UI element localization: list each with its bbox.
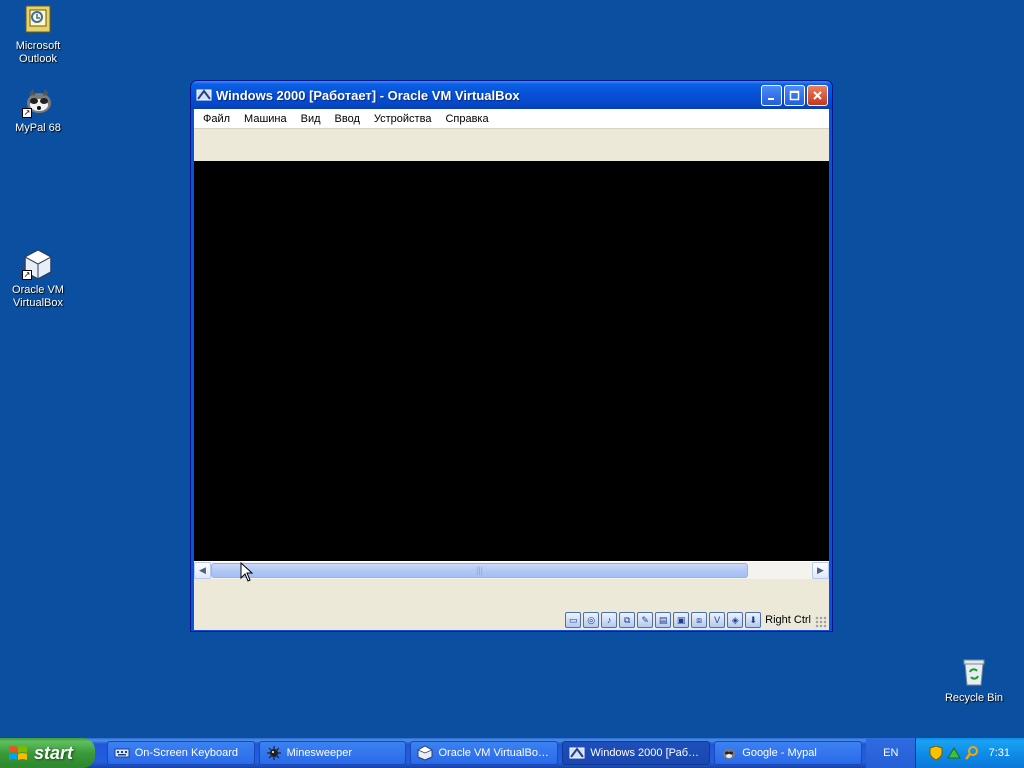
window-titlebar[interactable]: Windows 2000 [Работает] - Oracle VM Virt… bbox=[191, 81, 832, 109]
desktop-icon-virtualbox[interactable]: ↗ Oracle VM VirtualBox bbox=[0, 248, 76, 310]
desktop-icon-label: Microsoft bbox=[15, 40, 61, 52]
virtualbox-vm-window: Windows 2000 [Работает] - Oracle VM Virt… bbox=[190, 80, 833, 632]
desktop-icon-outlook[interactable]: Microsoft Outlook bbox=[0, 4, 76, 66]
taskbar-item-label: Oracle VM VirtualBo… bbox=[438, 747, 549, 759]
status-bar: ▭ ◎ ♪ ⧉ ✎ ▤ ▣ ⧈ V ◈ ⬇ Right Ctrl bbox=[194, 610, 829, 630]
maximize-icon bbox=[789, 90, 800, 100]
mouse-cursor-icon bbox=[240, 562, 254, 582]
desktop-icon-label: MyPal 68 bbox=[15, 122, 61, 134]
network-icon[interactable]: ⧉ bbox=[619, 612, 636, 628]
windows-flag-icon bbox=[9, 746, 27, 760]
host-key-label: Right Ctrl bbox=[765, 614, 811, 626]
desktop-icon-label: VirtualBox bbox=[13, 297, 63, 309]
taskbar-item-label: Windows 2000 [Раб… bbox=[590, 747, 700, 759]
security-shield-icon[interactable] bbox=[928, 745, 944, 761]
scroll-right-button[interactable]: ▶ bbox=[812, 561, 829, 579]
window-title: Windows 2000 [Работает] - Oracle VM Virt… bbox=[216, 87, 520, 103]
search-tray-icon[interactable] bbox=[964, 745, 980, 761]
virtualbox-icon: ↗ bbox=[22, 248, 54, 280]
keyboard-icon bbox=[114, 748, 130, 758]
clock[interactable]: 7:31 bbox=[989, 747, 1010, 759]
scroll-track[interactable]: ||| bbox=[211, 561, 812, 579]
taskbar-item-label: On-Screen Keyboard bbox=[134, 747, 239, 759]
taskbar-item-minesweeper[interactable]: Minesweeper bbox=[258, 741, 407, 765]
recycle-bin-icon bbox=[958, 656, 990, 688]
taskbar-item-on-screen-keyboard[interactable]: On-Screen Keyboard bbox=[106, 741, 255, 765]
usb-icon[interactable]: ✎ bbox=[637, 612, 654, 628]
taskbar-item-label: Minesweeper bbox=[286, 747, 353, 759]
desktop-icon-mypal[interactable]: ↗ MyPal 68 bbox=[0, 86, 76, 135]
keyboard-capture-icon[interactable]: ⬇ bbox=[745, 612, 762, 628]
mouse-integration-icon[interactable]: ◈ bbox=[727, 612, 744, 628]
display-icon[interactable]: ▣ bbox=[673, 612, 690, 628]
desktop-icon-label: Outlook bbox=[19, 53, 57, 65]
spacer-area bbox=[194, 578, 829, 612]
virtualization-icon[interactable]: V bbox=[709, 612, 726, 628]
taskbar-item-google-mypal[interactable]: Google - Mypal bbox=[714, 741, 863, 765]
vbox-vm-icon bbox=[196, 87, 212, 103]
mypal-icon bbox=[723, 749, 736, 759]
vbox-vm-icon bbox=[569, 747, 585, 759]
language-label: EN bbox=[883, 747, 899, 759]
close-icon bbox=[813, 90, 822, 100]
shortcut-arrow-icon: ↗ bbox=[22, 108, 32, 118]
taskbar: start On-Screen Keyboard Minesweeper Ora… bbox=[0, 738, 1024, 768]
window-client: Файл Машина Вид Ввод Устройства Справка … bbox=[194, 109, 829, 630]
horizontal-scrollbar[interactable]: ◀ ||| ▶ bbox=[194, 561, 829, 579]
minimize-button[interactable] bbox=[761, 84, 782, 106]
hard-disk-icon[interactable]: ▭ bbox=[565, 612, 582, 628]
scroll-left-button[interactable]: ◀ bbox=[194, 561, 211, 579]
resize-grip[interactable] bbox=[815, 616, 827, 628]
outlook-icon bbox=[22, 4, 54, 36]
optical-disk-icon[interactable]: ◎ bbox=[583, 612, 600, 628]
maximize-button[interactable] bbox=[784, 84, 805, 106]
desktop-icon-label: Recycle Bin bbox=[944, 692, 1004, 704]
toolbar-area bbox=[194, 129, 829, 161]
menu-devices[interactable]: Устройства bbox=[367, 113, 439, 125]
virtualbox-icon bbox=[417, 745, 434, 761]
desktop-icon-label: Oracle VM bbox=[12, 284, 64, 296]
start-button[interactable]: start bbox=[0, 738, 95, 768]
close-button[interactable] bbox=[807, 84, 828, 106]
menu-file[interactable]: Файл bbox=[196, 113, 237, 125]
menu-bar: Файл Машина Вид Ввод Устройства Справка bbox=[194, 109, 829, 129]
audio-icon[interactable]: ♪ bbox=[601, 612, 618, 628]
taskbar-item-windows-2000-vm[interactable]: Windows 2000 [Раб… bbox=[562, 741, 711, 765]
menu-machine[interactable]: Машина bbox=[237, 113, 294, 125]
shortcut-arrow-icon: ↗ bbox=[22, 270, 32, 280]
shared-folders-icon[interactable]: ▤ bbox=[655, 612, 672, 628]
system-tray: 7:31 bbox=[915, 738, 1024, 768]
language-indicator[interactable]: EN bbox=[866, 738, 916, 768]
menu-view[interactable]: Вид bbox=[294, 113, 328, 125]
menu-input[interactable]: Ввод bbox=[328, 113, 367, 125]
minesweeper-icon bbox=[266, 746, 281, 760]
menu-help[interactable]: Справка bbox=[438, 113, 495, 125]
taskbar-item-virtualbox-manager[interactable]: Oracle VM VirtualBo… bbox=[410, 741, 559, 765]
start-label: start bbox=[34, 742, 74, 763]
mypal-icon: ↗ bbox=[22, 86, 54, 118]
scroll-thumb[interactable]: ||| bbox=[211, 562, 748, 578]
vm-display[interactable] bbox=[194, 161, 829, 561]
video-capture-icon[interactable]: ⧈ bbox=[691, 612, 708, 628]
taskbar-item-label: Google - Mypal bbox=[742, 747, 817, 759]
network-tray-icon[interactable] bbox=[946, 745, 962, 761]
desktop-icon-recycle-bin[interactable]: Recycle Bin bbox=[936, 656, 1012, 705]
minimize-icon bbox=[768, 97, 774, 100]
